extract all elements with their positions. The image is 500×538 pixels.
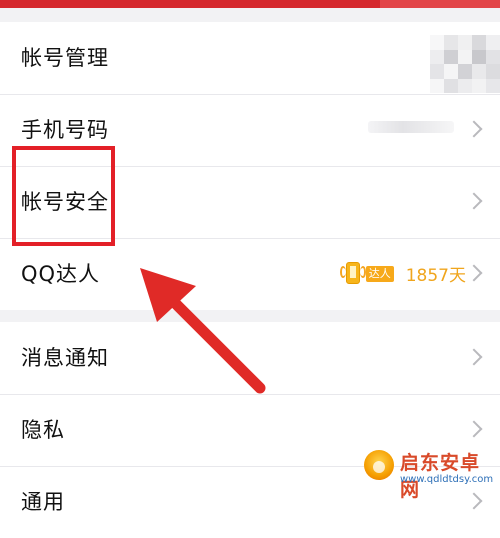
settings-group-general: 消息通知 隐私 通用 xyxy=(0,322,500,538)
row-label: QQ达人 xyxy=(21,262,101,286)
highlight-box xyxy=(12,146,115,246)
watermark-logo-icon xyxy=(364,450,394,480)
row-message-notification[interactable]: 消息通知 xyxy=(0,322,500,394)
top-bar xyxy=(0,0,500,8)
row-qq-master[interactable]: QQ达人 达人 1857天 xyxy=(0,238,500,310)
qq-master-status: 达人 1857天 xyxy=(339,258,466,288)
chevron-right-icon xyxy=(465,420,483,438)
qq-master-icon: 达人 xyxy=(339,262,400,284)
chevron-right-icon xyxy=(465,348,483,366)
row-account-management[interactable]: 帐号管理 xyxy=(0,22,500,94)
row-label: 帐号管理 xyxy=(21,46,109,70)
chevron-right-icon xyxy=(465,264,483,282)
row-label: 通用 xyxy=(21,490,65,514)
qq-master-badge: 达人 xyxy=(365,266,394,282)
top-bar-fade xyxy=(380,0,500,8)
watermark: 启东安卓网 www.qdldtdsy.com xyxy=(364,446,494,501)
row-label: 隐私 xyxy=(21,418,65,442)
avatar[interactable] xyxy=(430,35,500,93)
phone-number-value xyxy=(368,121,454,133)
row-label: 手机号码 xyxy=(21,118,109,142)
row-label: 消息通知 xyxy=(21,346,109,370)
qq-master-days: 1857天 xyxy=(405,265,466,286)
section-gap xyxy=(0,8,500,22)
chevron-right-icon xyxy=(465,120,483,138)
chevron-right-icon xyxy=(465,192,483,210)
watermark-url: www.qdldtdsy.com xyxy=(400,474,494,485)
